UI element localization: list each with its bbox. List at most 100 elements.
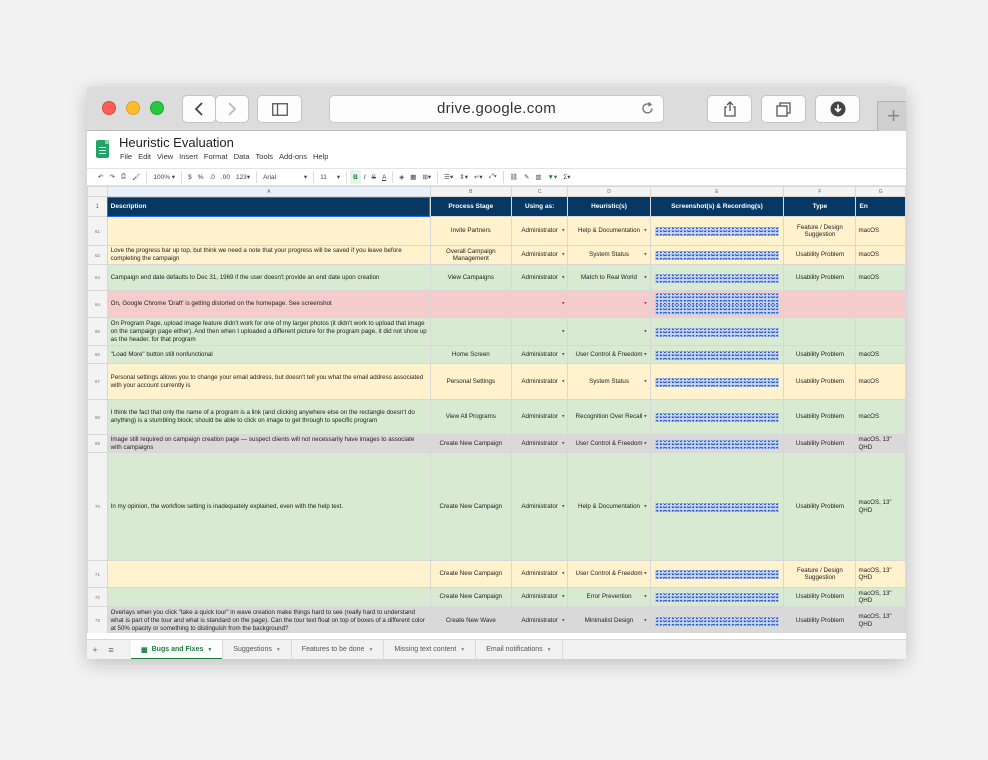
cell-type[interactable]: Usability Problem [783,606,857,633]
cell-heuristic[interactable]: User Control & Freedom [567,434,651,453]
text-color-button[interactable]: A [379,170,389,184]
number-format-select[interactable]: 123 ▾ [233,170,253,184]
cell-description[interactable]: On Program Page, upload image feature di… [106,317,431,346]
cell-process-stage[interactable]: Create New Campaign [429,434,512,453]
column-header[interactable]: F [783,186,857,197]
row-number[interactable]: 69 [87,434,108,453]
sheets-logo-icon[interactable] [96,140,109,158]
cell-screenshot[interactable] [649,399,785,435]
cell-screenshot[interactable] [649,587,785,607]
row-number[interactable]: 72 [87,587,108,607]
sheet-tab-email-notifications[interactable]: Email notifications ▼ [476,639,563,659]
paint-format-icon[interactable]: 🖌 [129,170,143,184]
cell-screenshot[interactable] [649,560,785,588]
back-button[interactable] [182,95,216,123]
cell-heuristic[interactable]: Error Prevention [567,587,651,607]
cell-heuristic[interactable]: User Control & Freedom [567,560,651,588]
cell-process-stage[interactable]: Create New Wave [429,606,512,633]
cell-environment[interactable]: macOS [855,363,906,400]
text-rotation-icon[interactable]: ⤢▾ [486,170,500,184]
all-sheets-icon[interactable]: ≡ [103,645,119,655]
merge-cells-icon[interactable]: ⊞▾ [419,170,434,184]
column-header[interactable]: E [649,186,785,197]
strikethrough-button[interactable]: S [369,170,379,184]
header-cell-environment[interactable]: En [855,196,906,217]
header-cell-screenshots[interactable]: Screenshot(s) & Recording(s) [649,196,785,217]
document-title[interactable]: Heuristic Evaluation [119,135,234,150]
cell-environment[interactable]: macOS [855,399,906,435]
header-cell-heuristics[interactable]: Heuristic(s) [567,196,651,217]
increase-decimal-button[interactable]: .00 [218,170,233,184]
row-number[interactable]: 62 [87,245,108,265]
cell-process-stage[interactable]: View Campaigns [429,264,512,291]
decrease-decimal-button[interactable]: .0 [206,170,217,184]
cell-type[interactable] [783,290,857,318]
cell-using-as[interactable]: Administrator [510,399,569,435]
cell-using-as[interactable]: Administrator [510,216,569,246]
undo-icon[interactable]: ↶ [95,170,106,184]
percent-format-button[interactable]: % [195,170,207,184]
cell-description[interactable]: I think the fact that only the name of a… [106,399,431,435]
row-number[interactable]: 71 [87,560,108,588]
tabs-overview-button[interactable] [761,95,806,123]
cell-heuristic[interactable]: System Status [567,245,651,265]
cell-heuristic[interactable]: System Status [567,363,651,400]
row-number[interactable]: 70 [87,452,108,561]
cell-type[interactable]: Usability Problem [783,452,857,561]
header-cell-description[interactable]: Description [106,196,431,217]
downloads-button[interactable] [815,95,860,123]
italic-button[interactable]: I [361,170,369,184]
cell-environment[interactable] [855,317,906,346]
cell-using-as[interactable]: Administrator [510,434,569,453]
cell-screenshot[interactable] [649,245,785,265]
row-number[interactable]: 68 [87,399,108,435]
header-cell-process-stage[interactable]: Process Stage [429,196,512,217]
currency-format-button[interactable]: $ [185,170,195,184]
cell-description[interactable] [106,216,431,246]
sheet-tab-suggestions[interactable]: Suggestions ▼ [223,639,292,659]
row-number[interactable]: 63 [87,264,108,291]
cell-using-as[interactable] [510,317,569,346]
cell-description[interactable]: Love the progress bar up top, but think … [106,245,431,265]
cell-using-as[interactable]: Administrator [510,560,569,588]
cell-environment[interactable]: macOS, 13" QHD [855,560,906,588]
row-number[interactable]: 67 [87,363,108,400]
fill-color-icon[interactable]: ◈ [396,170,407,184]
cell-type[interactable]: Usability Problem [783,245,857,265]
header-cell-type[interactable]: Type [783,196,857,217]
borders-icon[interactable]: ▦ [407,170,419,184]
cell-screenshot[interactable] [649,317,785,346]
filter-icon[interactable]: ▼▾ [545,170,561,184]
cell-using-as[interactable]: Administrator [510,606,569,633]
cell-type[interactable] [783,317,857,346]
close-window-button[interactable] [102,101,116,115]
header-cell-using-as[interactable]: Using as: [510,196,569,217]
insert-link-icon[interactable]: ⛓ [507,170,521,184]
sheet-tab-features[interactable]: Features to be done ▼ [292,639,385,659]
cell-screenshot[interactable] [649,290,785,318]
cell-using-as[interactable]: Administrator [510,452,569,561]
cell-process-stage[interactable]: Personal Settings [429,363,512,400]
column-header[interactable]: C [510,186,569,197]
add-sheet-icon[interactable]: + [87,645,103,655]
text-wrapping-icon[interactable]: ↵▾ [471,170,486,184]
menu-insert[interactable]: Insert [179,152,198,161]
menu-addons[interactable]: Add-ons [279,152,307,161]
cell-screenshot[interactable] [649,452,785,561]
cell-description[interactable] [106,587,431,607]
cell-screenshot[interactable] [649,345,785,364]
share-button[interactable] [707,95,752,123]
cell-heuristic[interactable]: Minimalist Design [567,606,651,633]
cell-environment[interactable]: macOS, 13" QHD [855,587,906,607]
menu-file[interactable]: File [120,152,132,161]
cell-type[interactable]: Usability Problem [783,434,857,453]
address-bar[interactable]: drive.google.com [329,95,664,123]
cell-process-stage[interactable]: Create New Campaign [429,587,512,607]
bold-button[interactable]: B [350,170,361,184]
functions-button[interactable]: Σ ▾ [560,170,573,184]
cell-type[interactable]: Usability Problem [783,587,857,607]
cell-type[interactable]: Usability Problem [783,345,857,364]
cell-description[interactable]: Campaign end date defaults to Dec 31, 19… [106,264,431,291]
minimize-window-button[interactable] [126,101,140,115]
column-header[interactable]: A [106,186,431,197]
